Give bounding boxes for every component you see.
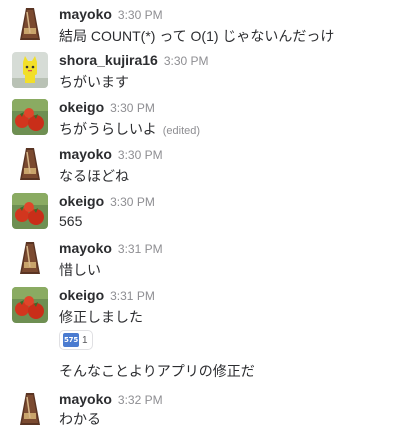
message-text: なるほどね: [59, 168, 129, 184]
username[interactable]: mayoko: [59, 240, 112, 256]
avatar[interactable]: [12, 146, 48, 182]
timestamp[interactable]: 3:30 PM: [110, 195, 155, 209]
timestamp[interactable]: 3:30 PM: [118, 8, 163, 22]
username[interactable]: shora_kujira16: [59, 52, 158, 68]
message-text: 565: [59, 213, 83, 229]
message-text: わかる: [59, 411, 101, 427]
message-text: ちがうらしいよ (edited): [59, 119, 200, 139]
avatar[interactable]: [12, 99, 48, 135]
message-header: mayoko 3:32 PM: [59, 391, 163, 409]
message-text: 結局 COUNT(*) って O(1) じゃないんだっけ: [59, 28, 335, 44]
username[interactable]: okeigo: [59, 287, 104, 303]
avatar[interactable]: [12, 193, 48, 229]
timestamp[interactable]: 3:31 PM: [110, 289, 155, 303]
message-header: mayoko 3:31 PM: [59, 240, 163, 258]
username[interactable]: okeigo: [59, 193, 104, 209]
message-header: okeigo 3:30 PM: [59, 193, 155, 211]
edited-label: (edited): [162, 125, 201, 137]
username[interactable]: mayoko: [59, 146, 112, 162]
username[interactable]: mayoko: [59, 391, 112, 407]
username[interactable]: okeigo: [59, 99, 104, 115]
message-text-followup: そんなことよりアプリの修正だ: [59, 363, 255, 379]
message-header: okeigo 3:30 PM: [59, 99, 155, 117]
timestamp[interactable]: 3:30 PM: [164, 54, 209, 68]
avatar[interactable]: [12, 52, 48, 88]
avatar[interactable]: [12, 287, 48, 323]
timestamp[interactable]: 3:30 PM: [110, 101, 155, 115]
message-body: ちがうらしいよ: [59, 121, 157, 137]
message-header: shora_kujira16 3:30 PM: [59, 52, 209, 70]
avatar[interactable]: [12, 240, 48, 276]
timestamp[interactable]: 3:32 PM: [118, 393, 163, 407]
timestamp[interactable]: 3:30 PM: [118, 148, 163, 162]
reaction-count: 1: [82, 334, 88, 346]
username[interactable]: mayoko: [59, 6, 112, 22]
avatar[interactable]: [12, 6, 48, 42]
avatar[interactable]: [12, 391, 48, 427]
message-text: 惜しい: [59, 262, 101, 278]
custom-emoji-icon: 575: [63, 333, 79, 347]
timestamp[interactable]: 3:31 PM: [118, 242, 163, 256]
message-text: ちがいます: [59, 74, 129, 90]
message-header: mayoko 3:30 PM: [59, 146, 163, 164]
message-header: okeigo 3:31 PM: [59, 287, 155, 305]
reaction-button[interactable]: 575 1: [59, 330, 93, 350]
message-text: 修正しました: [59, 309, 143, 325]
message-header: mayoko 3:30 PM: [59, 6, 163, 24]
